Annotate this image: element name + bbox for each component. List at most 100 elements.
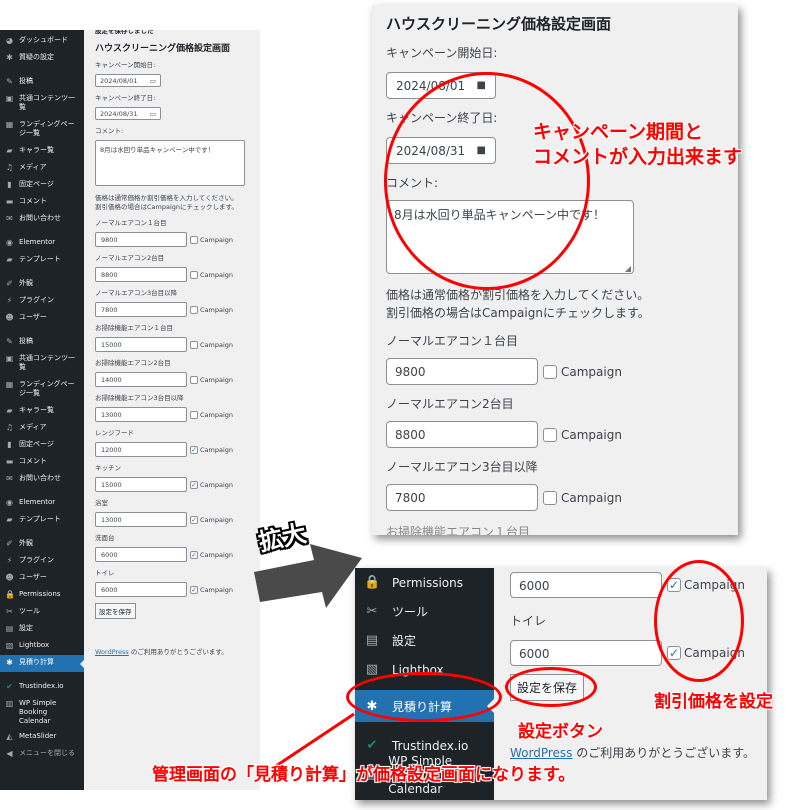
sidebar-item-10[interactable]: ◉ Elementor — [0, 235, 84, 252]
price-input[interactable]: 13000 — [95, 407, 187, 422]
price-input[interactable]: 9800 — [386, 358, 538, 385]
sidebar-item-0[interactable]: ◕ ダッシュボード — [0, 33, 84, 50]
sidebar-item-3[interactable]: ▣ 共通コンテンツ一覧 — [0, 91, 84, 117]
price-input[interactable]: 8800 — [386, 421, 538, 448]
end-date-input[interactable]: 2024/08/31 ▭ — [95, 107, 161, 120]
sidebar-item-33[interactable]: ✔ Trustindex.io — [0, 679, 84, 696]
sidebar-item-1[interactable]: ✱ 質疑の設定 — [0, 50, 84, 67]
campaign-checkbox[interactable] — [190, 410, 198, 419]
sidebar-item-7[interactable]: ▮ 固定ページ — [0, 177, 84, 194]
document-icon: ▣ — [5, 354, 14, 363]
campaign-checkbox[interactable]: ✓ — [190, 515, 198, 524]
sidebar-item-34[interactable]: ▥ WP Simple Booking Calendar — [0, 696, 84, 729]
sidebar-item-25[interactable]: ✐ 外観 — [0, 536, 84, 553]
campaign-checkbox[interactable] — [543, 490, 557, 505]
sidebar-item-13[interactable]: ⚡ プラグイン — [0, 293, 84, 310]
campaign-checkbox[interactable] — [543, 427, 557, 442]
campaign-checkbox[interactable]: ✓ — [190, 585, 198, 594]
campaign-label: Campaign — [200, 305, 234, 314]
sidebar-item-4[interactable]: ▦ ランディングページ一覧 — [0, 117, 84, 143]
image-icon: ▧ — [365, 662, 379, 677]
sidebar-item-27[interactable]: ☻ ユーザー — [0, 570, 84, 587]
price-input[interactable]: 6000 — [510, 640, 662, 666]
price-input[interactable]: 7800 — [386, 484, 538, 511]
sidebar-item-label: 共通コンテンツ一覧 — [19, 354, 75, 371]
sidebar-item-32[interactable]: ✱ 見積り計算 — [0, 655, 84, 672]
sidebar-item-16[interactable]: ▣ 共通コンテンツ一覧 — [0, 351, 84, 377]
price-label: ノーマルエアコン3台目以降 — [95, 289, 178, 297]
folder-icon: ▰ — [6, 515, 13, 524]
sidebar-item-26[interactable]: ⚡ プラグイン — [0, 553, 84, 570]
pin-icon: ✎ — [6, 337, 13, 346]
sidebar-item-1[interactable]: ✂ ツール — [355, 597, 494, 626]
resize-grip-icon[interactable]: ◢ — [625, 264, 631, 273]
price-input[interactable]: 7800 — [95, 302, 187, 317]
wrench-icon: ✂ — [6, 607, 13, 616]
sidebar-item-19[interactable]: ♫ メディア — [0, 420, 84, 437]
page-icon: ▮ — [7, 180, 12, 189]
sidebar-item-21[interactable]: ▬ コメント — [0, 454, 84, 471]
sidebar-item-20[interactable]: ▮ 固定ページ — [0, 437, 84, 454]
sidebar-item-label: プラグイン — [19, 556, 54, 564]
price-input[interactable]: 15000 — [95, 337, 187, 352]
sidebar-item-5[interactable]: ▰ キャラー覧 — [0, 143, 84, 160]
campaign-checkbox[interactable] — [543, 364, 557, 379]
sidebar-item-label: コメント — [19, 457, 47, 465]
sidebar-item-35[interactable]: ◭ MetaSlider — [0, 729, 84, 746]
campaign-checkbox[interactable] — [190, 305, 198, 314]
sidebar-item-12[interactable]: ✐ 外観 — [0, 276, 84, 293]
sidebar-item-30[interactable]: ▤ 設定 — [0, 621, 84, 638]
sidebar-item-36[interactable]: ◀ メニューを閉じる — [0, 746, 84, 763]
price-input[interactable]: 13000 — [95, 512, 187, 527]
price-input[interactable]: 12000 — [95, 442, 187, 457]
sidebar-item-11[interactable]: ▰ テンプレート — [0, 252, 84, 269]
highlight-ring-dates — [384, 72, 590, 290]
sidebar-item-29[interactable]: ✂ ツール — [0, 604, 84, 621]
start-date-input[interactable]: 2024/08/01 ▭ — [95, 74, 161, 87]
comment-icon: ▬ — [5, 197, 14, 206]
sidebar-item-label: ユーザー — [19, 313, 47, 321]
sidebar-item-0[interactable]: 🔒 Permissions — [355, 568, 494, 597]
sidebar-item-23[interactable]: ◉ Elementor — [0, 495, 84, 512]
calendar-icon[interactable]: ▭ — [150, 110, 156, 118]
price-input[interactable]: 8800 — [95, 267, 187, 282]
sidebar-item-22[interactable]: ✉ お問い合わせ — [0, 471, 84, 488]
sidebar-item-8[interactable]: ▬ コメント — [0, 194, 84, 211]
admin-screenshot-full: ◕ ダッシュボード ✱ 質疑の設定 ✎ 投稿 ▣ 共通コンテンツ一覧 ▦ ランディングページ一覧 ▰… — [0, 30, 260, 790]
price-input[interactable]: 6000 — [510, 572, 662, 598]
sidebar-item-label: 投稿 — [19, 77, 33, 85]
comment-textarea[interactable]: 8月は水回り単品キャンペーン中です！ — [95, 140, 245, 186]
annotation-discount-note: 割引価格を設定 — [654, 692, 773, 712]
calendar-icon[interactable]: ▭ — [150, 77, 156, 85]
campaign-checkbox[interactable]: ✓ — [190, 550, 198, 559]
sidebar-item-17[interactable]: ▦ ランディングページ一覧 — [0, 377, 84, 403]
price-row: 6000 ✓ Campaign — [95, 547, 255, 562]
campaign-checkbox[interactable]: ✓ — [190, 480, 198, 489]
sidebar-item-2[interactable]: ✎ 投稿 — [0, 74, 84, 91]
campaign-checkbox[interactable] — [190, 340, 198, 349]
sidebar-item-15[interactable]: ✎ 投稿 — [0, 334, 84, 351]
price-input[interactable]: 14000 — [95, 372, 187, 387]
price-input[interactable]: 6000 — [95, 547, 187, 562]
price-input[interactable]: 9800 — [95, 232, 187, 247]
campaign-checkbox[interactable] — [190, 270, 198, 279]
campaign-checkbox[interactable] — [190, 235, 198, 244]
sidebar-item-6[interactable]: ♫ メディア — [0, 160, 84, 177]
elementor-icon: ◉ — [6, 498, 13, 507]
help-line-1: 価格は通常価格か割引価格を入力してください。 — [95, 194, 238, 202]
sidebar-item-9[interactable]: ✉ お問い合わせ — [0, 211, 84, 228]
wordpress-link[interactable]: WordPress — [95, 648, 129, 656]
campaign-checkbox[interactable]: ✓ — [190, 445, 198, 454]
sidebar-item-2[interactable]: ▤ 設定 — [355, 626, 494, 655]
sidebar-item-18[interactable]: ▰ キャラー覧 — [0, 403, 84, 420]
sidebar-item-24[interactable]: ▰ テンプレート — [0, 512, 84, 529]
price-input[interactable]: 15000 — [95, 477, 187, 492]
sidebar-item-28[interactable]: 🔒 Permissions — [0, 587, 84, 604]
comment-icon: ▬ — [5, 457, 14, 466]
save-button[interactable]: 設定を保存 — [95, 603, 136, 619]
sidebar-item-31[interactable]: ▧ Lightbox — [0, 638, 84, 655]
sidebar-item-14[interactable]: ☻ ユーザー — [0, 310, 84, 327]
campaign-checkbox[interactable] — [190, 375, 198, 384]
price-input[interactable]: 6000 — [95, 582, 187, 597]
wordpress-link[interactable]: WordPress — [510, 746, 572, 760]
